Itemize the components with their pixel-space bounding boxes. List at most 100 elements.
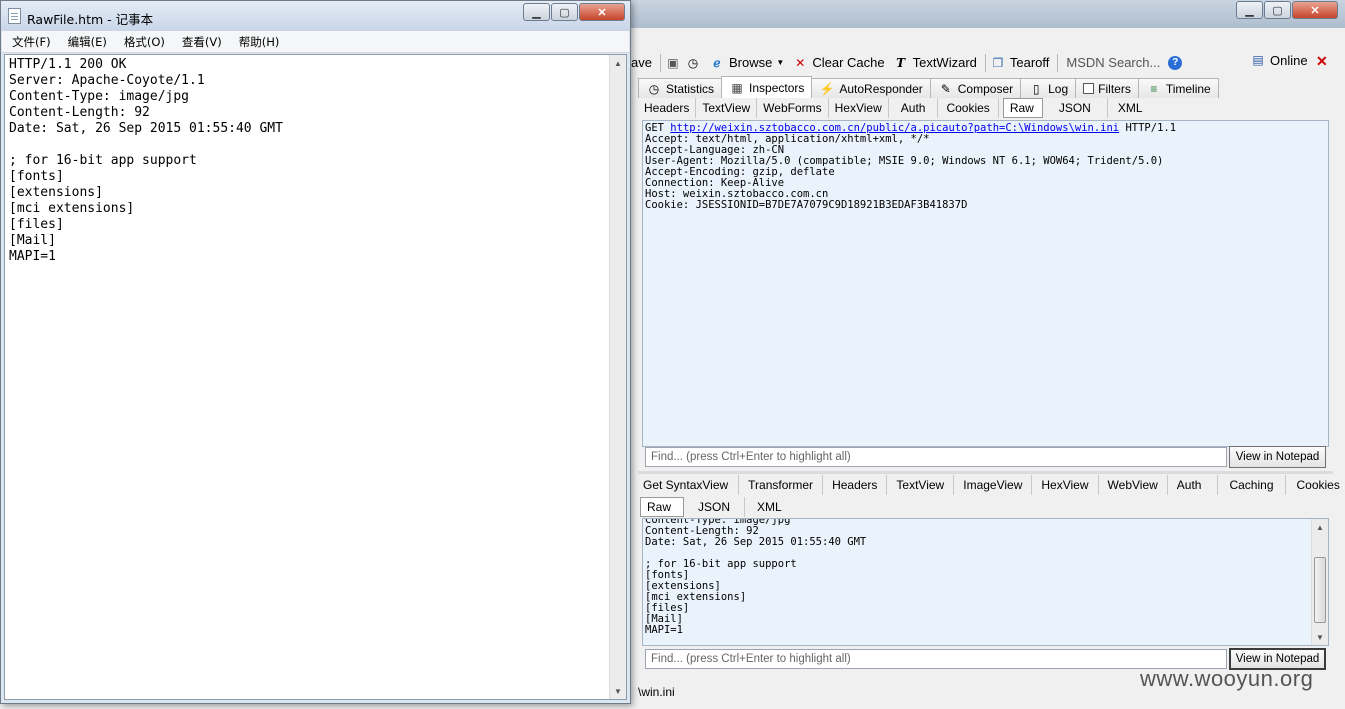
tab-label: Filters [1098, 81, 1131, 96]
request-tab-cookies[interactable]: Cookies [938, 98, 999, 118]
maximize-button[interactable]: ▢ [551, 3, 578, 21]
tab-label: Log [1048, 81, 1069, 96]
response-tab-auth[interactable]: Auth [1168, 475, 1219, 495]
notepad-titlebar[interactable]: RawFile.htm - 记事本 ▁ ▢ ✕ [1, 1, 630, 31]
request-tab-xml[interactable]: XML [1108, 98, 1153, 118]
browse-button[interactable]: ℯ Browse ▼ [703, 52, 790, 74]
log-icon: ▯ [1032, 81, 1040, 96]
tab-label: Composer [957, 81, 1014, 96]
request-tab-auth[interactable]: Auth [889, 98, 939, 118]
save-label: ave [631, 55, 652, 70]
request-find-input[interactable]: Find... (press Ctrl+Enter to highlight a… [645, 447, 1227, 467]
toolbar-divider [1057, 53, 1059, 72]
pane-splitter[interactable] [638, 471, 1333, 474]
notepad-scrollbar[interactable]: ▲ ▼ [609, 55, 626, 699]
response-raw-text: Content-Type: image/jpg Content-Length: … [645, 519, 867, 636]
response-tab-syntaxview[interactable]: Get SyntaxView [638, 475, 740, 495]
tab-log[interactable]: ▯ Log [1020, 78, 1077, 98]
online-label: Online [1270, 52, 1308, 68]
scroll-thumb[interactable] [1314, 557, 1326, 623]
dropdown-icon: ▼ [776, 57, 785, 67]
response-tab-headers[interactable]: Headers [823, 475, 888, 495]
close-button[interactable]: ✕ [1292, 1, 1338, 19]
response-tab-xml[interactable]: XML [745, 497, 794, 517]
save-button[interactable]: ave [630, 52, 658, 74]
menu-edit[interactable]: 编辑(E) [58, 34, 114, 50]
request-raw-text: GET http://weixin.sztobacco.com.cn/publi… [645, 123, 1176, 211]
response-lines: Content-Length: 92 Date: Sat, 26 Sep 201… [645, 525, 867, 636]
scroll-up-icon[interactable]: ▲ [610, 55, 626, 71]
tab-statistics[interactable]: ◷ Statistics [638, 78, 723, 98]
tab-label: AutoResponder [839, 81, 923, 96]
maximize-button[interactable]: ▢ [1264, 1, 1291, 19]
request-subtab-row: Headers TextView WebForms HexView Auth C… [638, 97, 1153, 119]
msdn-search-input[interactable]: MSDN Search... [1060, 52, 1166, 74]
response-tab-imageview[interactable]: ImageView [954, 475, 1033, 495]
textwizard-label: TextWizard [912, 55, 977, 70]
response-tab-cookies[interactable]: Cookies [1286, 475, 1345, 495]
response-raw-pane[interactable]: Content-Type: image/jpg Content-Length: … [642, 518, 1329, 646]
main-tab-row: ◷ Statistics ▦ Inspectors ⚡ AutoResponde… [638, 76, 1219, 98]
request-tab-webforms[interactable]: WebForms [757, 98, 829, 118]
notepad-window-controls: ▁ ▢ ✕ [522, 3, 625, 21]
request-tab-json[interactable]: JSON [1043, 98, 1108, 118]
minimize-button[interactable]: ▁ [523, 3, 550, 21]
response-subtab-row-2: Raw JSON XML [640, 497, 794, 517]
scroll-down-icon[interactable]: ▼ [1312, 629, 1328, 645]
menu-format[interactable]: 格式(O) [114, 34, 172, 50]
statistics-icon: ◷ [648, 81, 660, 96]
response-tab-transformer[interactable]: Transformer [739, 475, 824, 495]
clear-cache-label: Clear Cache [812, 55, 885, 70]
tearoff-button[interactable]: ❐ Tearoff [988, 52, 1056, 74]
network-icon: ▤ [1252, 53, 1264, 67]
request-headers: Accept: text/html, application/xhtml+xml… [645, 133, 1164, 211]
find-placeholder: Find... (press Ctrl+Enter to highlight a… [651, 653, 851, 665]
camera-icon: ▣ [667, 55, 679, 70]
minimize-button[interactable]: ▁ [1236, 1, 1263, 19]
find-placeholder: Find... (press Ctrl+Enter to highlight a… [651, 451, 851, 463]
request-tab-textview[interactable]: TextView [696, 98, 758, 118]
request-view-in-notepad-button[interactable]: View in Notepad [1229, 446, 1326, 468]
request-tab-headers[interactable]: Headers [638, 98, 697, 118]
lightning-icon: ⚡ [819, 81, 835, 96]
ie-icon: ℯ [713, 55, 721, 70]
timer-button[interactable]: ◷ [683, 52, 703, 74]
notepad-menubar: 文件(F) 编辑(E) 格式(O) 查看(V) 帮助(H) [2, 31, 629, 53]
help-button[interactable]: ? [1166, 52, 1184, 74]
notepad-window: RawFile.htm - 记事本 ▁ ▢ ✕ 文件(F) 编辑(E) 格式(O… [0, 0, 631, 704]
textwizard-button[interactable]: T TextWizard [891, 52, 983, 74]
online-indicator[interactable]: ▤ Online [1250, 52, 1308, 68]
response-tab-json[interactable]: JSON [684, 497, 746, 517]
browse-label: Browse [728, 55, 773, 70]
screenshot-button[interactable]: ▣ [663, 52, 683, 74]
close-icon[interactable]: ✕ [1316, 53, 1328, 70]
menu-help[interactable]: 帮助(H) [229, 34, 287, 50]
clear-cache-button[interactable]: ✕ Clear Cache [790, 52, 890, 74]
tab-filters[interactable]: Filters [1075, 78, 1139, 98]
response-tab-raw[interactable]: Raw [640, 497, 684, 517]
response-tab-hexview[interactable]: HexView [1032, 475, 1099, 495]
response-tab-webview[interactable]: WebView [1099, 475, 1168, 495]
tab-composer[interactable]: ✎ Composer [929, 78, 1022, 98]
pencil-icon: ✎ [940, 81, 951, 96]
request-protocol: HTTP/1.1 [1125, 122, 1177, 134]
request-raw-pane[interactable]: GET http://weixin.sztobacco.com.cn/publi… [642, 120, 1329, 447]
notepad-document-icon [8, 8, 21, 24]
checkbox-icon [1083, 83, 1095, 94]
close-button[interactable]: ✕ [579, 3, 625, 21]
menu-view[interactable]: 查看(V) [172, 34, 229, 50]
request-tab-raw[interactable]: Raw [1002, 98, 1043, 118]
response-scrollbar[interactable]: ▲ ▼ [1311, 519, 1328, 645]
notepad-content: HTTP/1.1 200 OK Server: Apache-Coyote/1.… [9, 57, 283, 264]
tearoff-icon: ❐ [992, 55, 1004, 70]
notepad-text-area[interactable]: HTTP/1.1 200 OK Server: Apache-Coyote/1.… [4, 54, 627, 700]
response-tab-textview[interactable]: TextView [887, 475, 955, 495]
response-tab-caching[interactable]: Caching [1218, 475, 1286, 495]
tab-timeline[interactable]: ≡ Timeline [1137, 78, 1219, 98]
tab-inspectors[interactable]: ▦ Inspectors [721, 76, 813, 98]
menu-file[interactable]: 文件(F) [2, 34, 58, 50]
request-tab-hexview[interactable]: HexView [829, 98, 889, 118]
scroll-up-icon[interactable]: ▲ [1312, 519, 1328, 535]
scroll-down-icon[interactable]: ▼ [610, 683, 626, 699]
tab-autoresponder[interactable]: ⚡ AutoResponder [811, 78, 931, 98]
